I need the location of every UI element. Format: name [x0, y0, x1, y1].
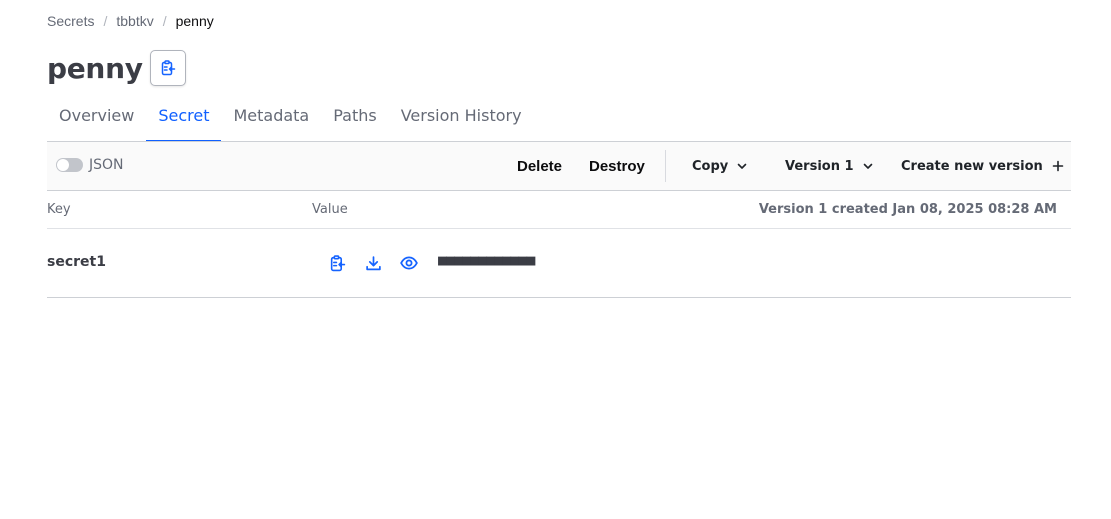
toggle-knob [57, 159, 69, 171]
secret-key: secret1 [47, 254, 106, 270]
column-header-value: Value [312, 202, 348, 217]
title-row: penny [47, 49, 186, 87]
create-new-version-button[interactable]: Create new version [901, 142, 1064, 190]
table-row: secret1 ■■■■■■■■■■■■ [47, 229, 1071, 298]
tab-secret[interactable]: Secret [146, 100, 222, 142]
clipboard-copy-icon [161, 60, 175, 76]
toolbar-divider [665, 150, 666, 182]
download-value-button[interactable] [363, 253, 383, 273]
breadcrumb-separator: / [103, 13, 108, 29]
breadcrumb-link-secrets[interactable]: Secrets [47, 12, 94, 30]
version-dropdown-label: Version 1 [785, 158, 854, 174]
destroy-button[interactable]: Destroy [589, 142, 645, 190]
tab-overview[interactable]: Overview [47, 100, 146, 142]
tab-version-history[interactable]: Version History [389, 100, 534, 142]
json-toggle[interactable]: JSON [56, 157, 124, 173]
plus-icon [1052, 160, 1064, 172]
tab-metadata[interactable]: Metadata [221, 100, 321, 142]
reveal-value-button[interactable] [399, 253, 419, 273]
chevron-down-icon [863, 163, 872, 169]
tab-paths[interactable]: Paths [321, 100, 388, 142]
delete-button[interactable]: Delete [517, 142, 562, 190]
chevron-down-icon [737, 163, 747, 169]
download-icon [365, 255, 381, 270]
masked-secret-value: ■■■■■■■■■■■■ [438, 251, 535, 269]
copy-value-button[interactable] [327, 253, 347, 273]
breadcrumb-separator: / [162, 13, 167, 29]
table-header: Key Value Version 1 created Jan 08, 2025… [47, 191, 1071, 229]
eye-icon [400, 256, 418, 270]
copy-path-button[interactable] [149, 50, 186, 86]
breadcrumb-link-tbbtkv[interactable]: tbbtkv [116, 12, 153, 30]
page-title: penny [47, 51, 143, 85]
clipboard-copy-icon [330, 254, 345, 271]
version-created-info: Version 1 created Jan 08, 2025 08:28 AM [758, 202, 1057, 217]
toggle-switch[interactable] [56, 158, 83, 172]
secret-toolbar: JSON Delete Destroy Copy Version 1 Creat… [47, 141, 1071, 191]
breadcrumb-current: penny [175, 13, 214, 29]
create-new-version-label: Create new version [901, 158, 1043, 174]
breadcrumb: Secrets / tbbtkv / penny [47, 12, 214, 30]
tab-bar: Overview Secret Metadata Paths Version H… [47, 100, 534, 142]
json-toggle-label: JSON [89, 157, 124, 173]
copy-dropdown-label: Copy [692, 158, 729, 174]
copy-dropdown[interactable]: Copy [692, 142, 748, 190]
column-header-key: Key [47, 202, 71, 217]
version-dropdown[interactable]: Version 1 [785, 142, 874, 190]
destroy-button-label: Destroy [589, 157, 645, 175]
delete-button-label: Delete [517, 157, 563, 175]
